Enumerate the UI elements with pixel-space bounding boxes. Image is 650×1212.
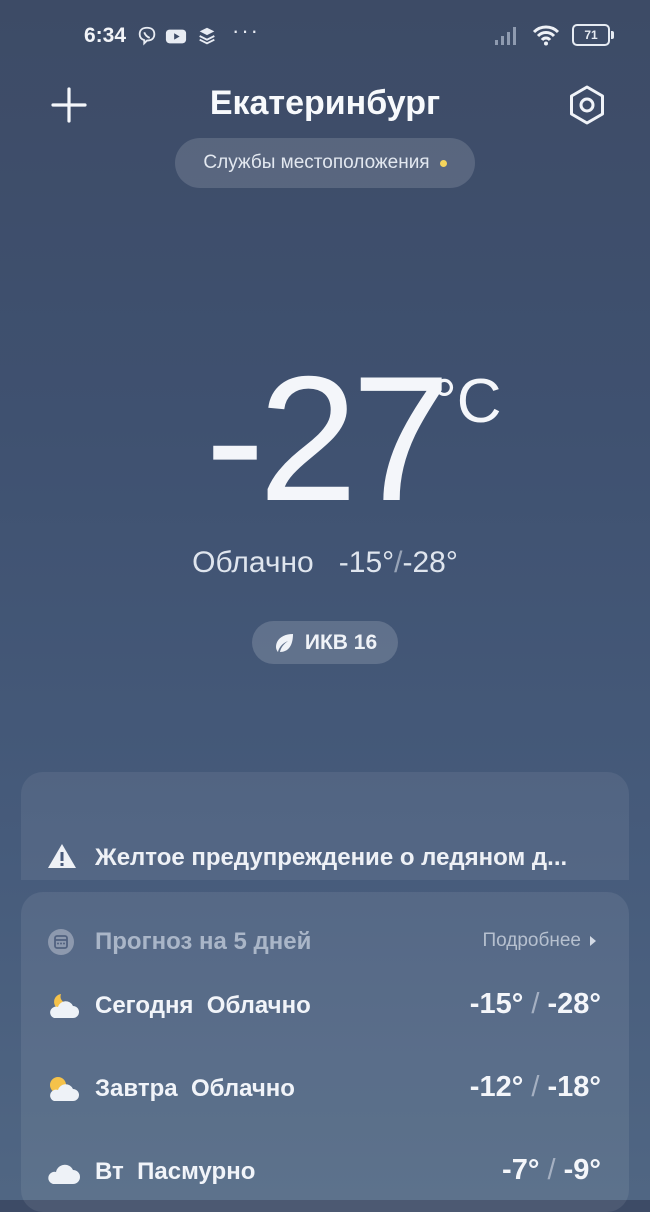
layers-icon [199, 27, 215, 45]
forecast-temps: -15° / -28° [469, 988, 601, 1020]
forecast-temps: -7° / -9° [502, 1154, 601, 1186]
forecast-row[interactable]: Сегодня Облачно -15° / -28° [21, 976, 629, 1036]
forecast-more-label: Подробнее [482, 930, 581, 951]
forecast-card: Прогноз на 5 дней Подробнее Сегодня Обла… [21, 892, 629, 1212]
condition-label: Облачно [192, 546, 314, 579]
cloud-icon [48, 1164, 80, 1184]
gear-icon [570, 85, 604, 125]
temperature-unit: °C [432, 367, 502, 436]
calendar-icon [48, 929, 74, 955]
forecast-more-link[interactable]: Подробнее [482, 930, 597, 952]
current-condition: Облачно -15°/-28° [0, 546, 650, 580]
more-notifications-icon: ··· [232, 18, 260, 43]
today-low: -28° [402, 546, 458, 579]
weather-warning-card[interactable]: Желтое предупреждение о ледяном д... [21, 772, 629, 880]
temperature-value: -27 [205, 339, 450, 538]
city-title: Екатеринбург [209, 84, 441, 122]
forecast-title: Прогноз на 5 дней [95, 928, 312, 955]
today-high: -15° [338, 546, 395, 579]
status-bar: 6:34 ··· 71 [0, 0, 650, 72]
partly-cloudy-night-icon [50, 994, 79, 1018]
signal-icon [495, 27, 516, 45]
warning-text: Желтое предупреждение о ледяном д... [95, 844, 568, 871]
forecast-row[interactable]: Завтра Облачно -12° / -18° [21, 1059, 629, 1119]
status-time: 6:34 [84, 24, 127, 47]
settings-button[interactable] [566, 84, 608, 126]
location-status-dot [439, 159, 447, 167]
forecast-day-label: Сегодня Облачно [95, 992, 311, 1019]
youtube-icon [165, 29, 187, 44]
location-services-label: Службы местоположения [203, 152, 430, 173]
forecast-day-label: Завтра Облачно [95, 1075, 295, 1102]
chevron-right-icon [590, 936, 596, 946]
warning-icon [48, 844, 76, 868]
forecast-day-label: Вт Пасмурно [95, 1158, 256, 1185]
partly-cloudy-day-icon [50, 1077, 79, 1101]
battery-icon: 71 [572, 24, 614, 46]
forecast-temps: -12° / -18° [469, 1071, 601, 1103]
location-services-button[interactable]: Службы местоположения [175, 138, 475, 188]
aqi-label: ИКВ 16 [304, 630, 378, 654]
wifi-icon [532, 25, 560, 46]
aqi-button[interactable]: ИКВ 16 [252, 621, 398, 664]
current-temperature: -27 °C [0, 350, 650, 528]
leaf-icon [275, 633, 293, 652]
range-separator: / [394, 546, 403, 579]
viber-icon [138, 26, 156, 46]
forecast-row[interactable]: Вт Пасмурно -7° / -9° [21, 1142, 629, 1202]
